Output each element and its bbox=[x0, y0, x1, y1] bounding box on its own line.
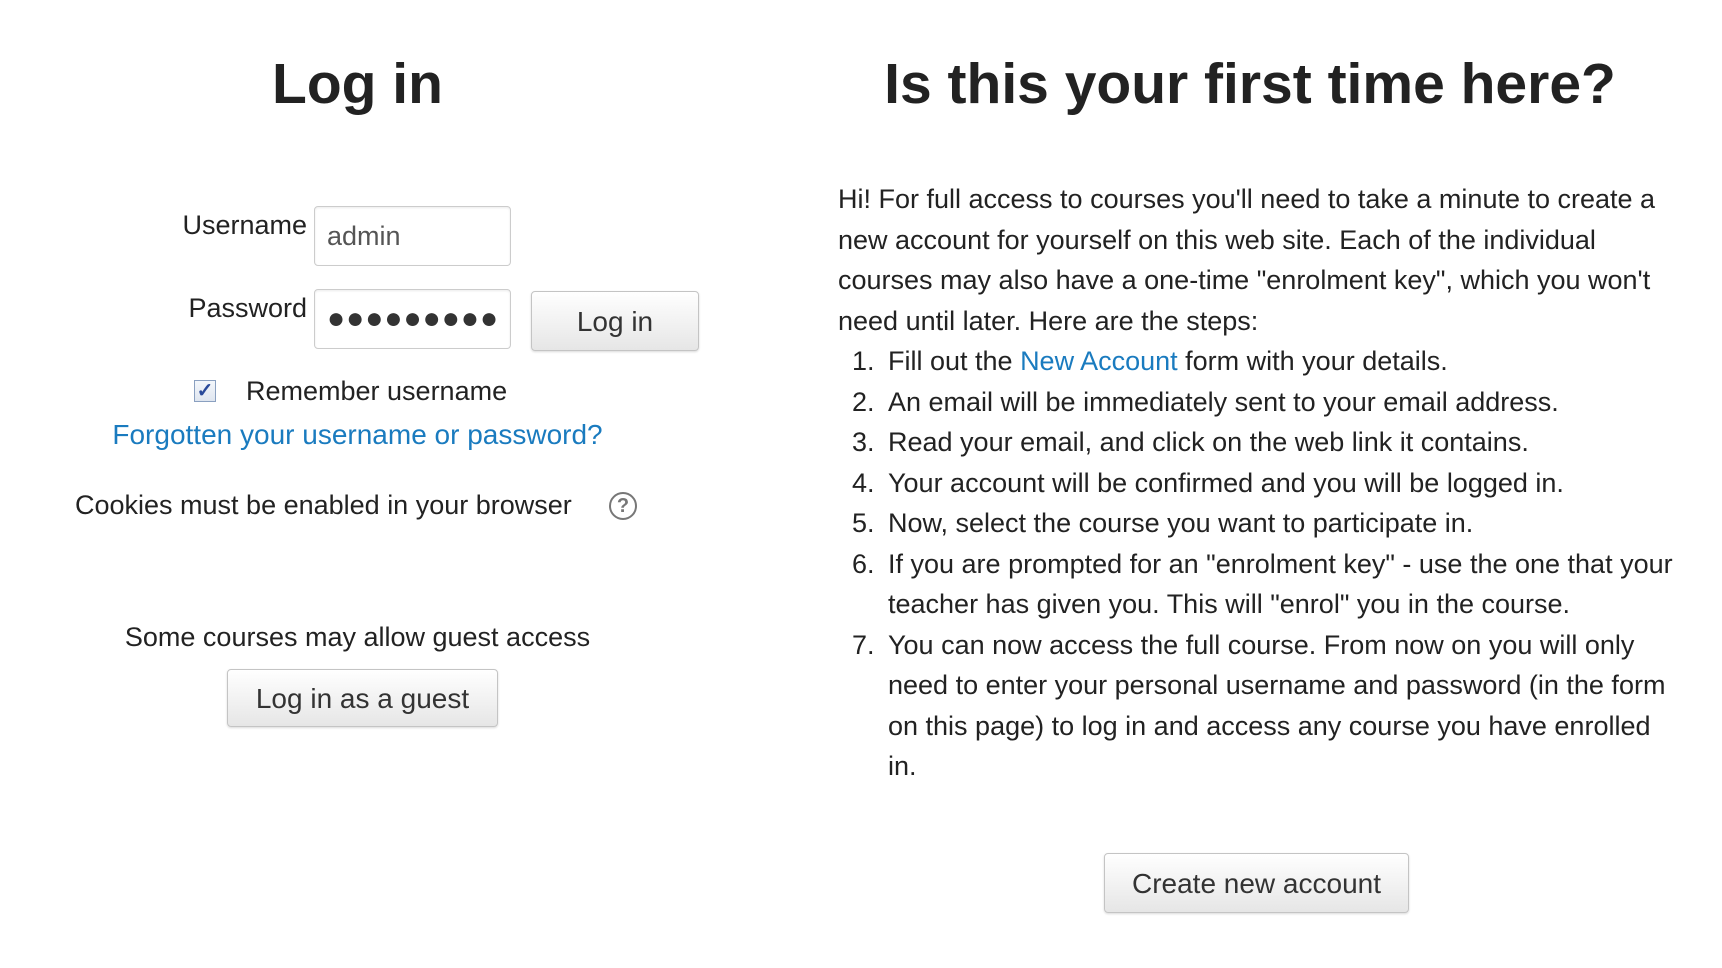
list-item: 1. Fill out the New Account form with yo… bbox=[838, 341, 1678, 382]
new-account-link[interactable]: New Account bbox=[1020, 346, 1178, 376]
list-item: 2. An email will be immediately sent to … bbox=[838, 382, 1678, 423]
remember-username-checkbox[interactable]: ✓ bbox=[194, 380, 216, 402]
guest-login-button[interactable]: Log in as a guest bbox=[227, 669, 498, 727]
step-text: An email will be immediately sent to you… bbox=[888, 386, 1559, 417]
list-item: 5. Now, select the course you want to pa… bbox=[838, 503, 1678, 544]
question-circle-icon[interactable]: ? bbox=[609, 492, 637, 520]
step-text: Your account will be confirmed and you w… bbox=[888, 467, 1564, 498]
password-label: Password bbox=[188, 293, 307, 323]
login-heading: Log in bbox=[272, 52, 443, 116]
step-number: 7. bbox=[852, 629, 875, 660]
login-button[interactable]: Log in bbox=[531, 291, 699, 351]
step-number: 2. bbox=[852, 386, 875, 417]
step-text: Fill out the bbox=[888, 346, 1021, 376]
username-label: Username bbox=[182, 210, 307, 240]
list-item: 4. Your account will be confirmed and yo… bbox=[838, 463, 1678, 504]
signup-intro-text: Hi! For full access to courses you'll ne… bbox=[838, 184, 1656, 336]
list-item: 3. Read your email, and click on the web… bbox=[838, 422, 1678, 463]
list-item: 7. You can now access the full course. F… bbox=[838, 625, 1678, 787]
step-number: 6. bbox=[852, 548, 875, 579]
create-account-button[interactable]: Create new account bbox=[1104, 853, 1409, 913]
signup-heading: Is this your first time here? bbox=[884, 52, 1616, 116]
step-text: Read your email, and click on the web li… bbox=[888, 427, 1529, 457]
password-input[interactable] bbox=[314, 289, 511, 349]
step-number: 4. bbox=[852, 467, 875, 498]
step-number: 3. bbox=[852, 427, 875, 457]
step-text: You can now access the full course. From… bbox=[888, 629, 1666, 782]
signup-steps-list: 1. Fill out the New Account form with yo… bbox=[838, 341, 1678, 787]
step-text: If you are prompted for an "enrolment ke… bbox=[888, 548, 1673, 620]
forgot-password-link[interactable]: Forgotten your username or password? bbox=[0, 419, 715, 451]
username-input[interactable] bbox=[314, 206, 511, 266]
list-item: 6. If you are prompted for an "enrolment… bbox=[838, 544, 1678, 625]
step-text: Now, select the course you want to parti… bbox=[888, 508, 1474, 538]
cookies-notice: Cookies must be enabled in your browser bbox=[75, 490, 572, 520]
guest-access-text: Some courses may allow guest access bbox=[124, 622, 591, 652]
step-number: 1. bbox=[852, 346, 875, 376]
remember-username-label: Remember username bbox=[246, 376, 508, 406]
step-text: form with your details. bbox=[1177, 346, 1448, 376]
step-number: 5. bbox=[852, 508, 875, 538]
